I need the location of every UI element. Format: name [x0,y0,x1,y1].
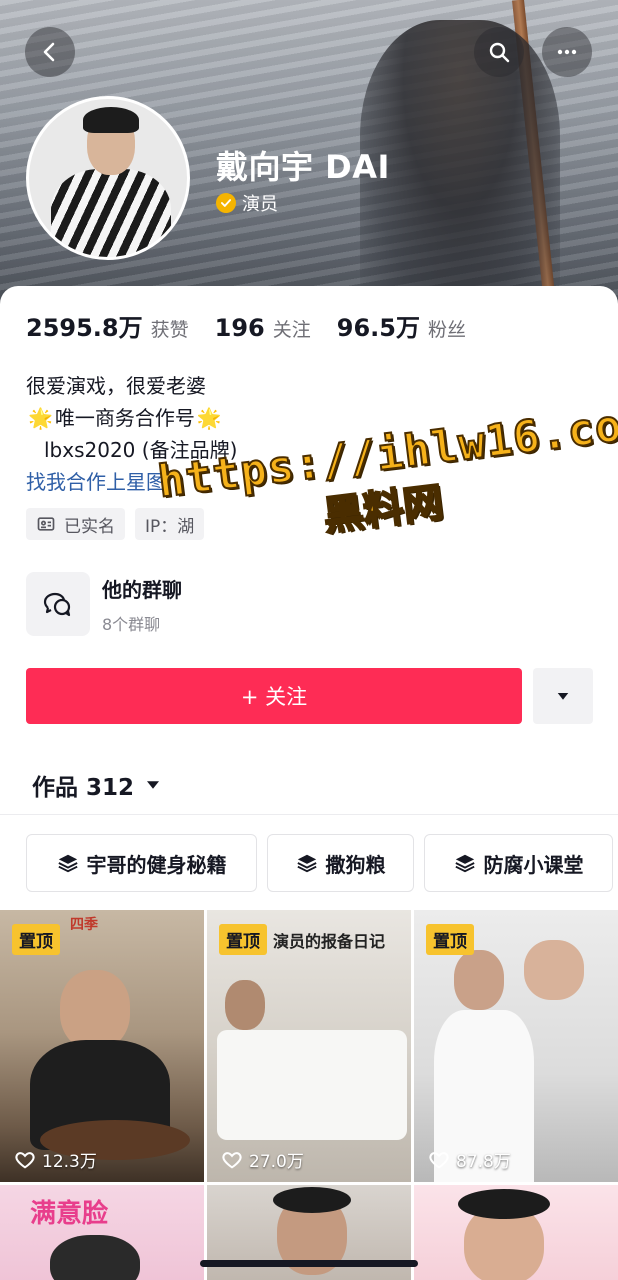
search-icon [489,42,510,63]
video-thumbnail[interactable]: 满意脸 [0,1185,204,1280]
collection-anti-fraud[interactable]: 防腐小课堂 [424,834,613,892]
pinned-badge: 置顶 [426,924,474,955]
follow-button[interactable]: + 关注 [26,668,522,724]
role-label: 演员 [242,194,278,215]
layers-icon [454,854,475,873]
profile-name: 戴向宇 DAI [216,148,390,186]
chevron-left-icon [43,42,55,62]
video-thumbnail[interactable]: 置顶 87.8万 [414,910,618,1182]
group-chat-entry[interactable]: 他的群聊 8个群聊 [26,572,586,636]
like-count: 12.3万 [14,1147,97,1172]
star-icon: 🌟 [196,406,222,430]
layers-icon [57,854,78,873]
stat-following[interactable]: 196 关注 [215,314,311,342]
like-count: 27.0万 [221,1147,304,1172]
id-card-icon [37,517,55,531]
collections-row: 宇哥的健身秘籍 撒狗粮 防腐小课堂 [26,834,613,892]
heart-icon [429,1151,449,1169]
heart-icon [222,1151,242,1169]
stat-followers[interactable]: 96.5万 粉丝 [337,308,466,343]
ellipsis-icon [557,49,577,55]
divider [0,814,618,815]
verified-identity-tag: 已实名 [26,508,125,540]
verified-icon [216,193,236,213]
layers-icon [296,854,317,873]
collection-couple[interactable]: 撒狗粮 [267,834,414,892]
pinned-badge: 置顶 [219,924,267,955]
collection-fitness[interactable]: 宇哥的健身秘籍 [26,834,257,892]
like-count: 87.8万 [428,1147,511,1172]
video-thumbnail[interactable]: 四季 置顶 12.3万 [0,910,204,1182]
profile-role: 演员 [216,190,278,216]
video-thumbnail[interactable] [414,1185,618,1280]
back-button[interactable] [25,27,75,77]
home-indicator [200,1260,418,1267]
pinned-badge: 置顶 [12,924,60,955]
tab-works[interactable]: 作品 312 [32,768,162,802]
heart-icon [15,1151,35,1169]
stats-row: 2595.8万 获赞 196 关注 96.5万 粉丝 [26,308,492,343]
search-button[interactable] [474,27,524,77]
chat-bubbles-icon [26,572,90,636]
bio-line: 很爱演戏，很爱老婆 [26,374,206,398]
star-icon: 🌟 [28,406,53,430]
caret-down-icon [147,781,160,789]
video-thumbnail[interactable]: 演员的报备日记 置顶 27.0万 [207,910,411,1182]
stat-likes[interactable]: 2595.8万 获赞 [26,308,189,343]
more-options-button[interactable] [542,27,592,77]
banner-photo-figure [360,20,560,310]
group-chat-count: 8个群聊 [102,614,161,634]
caret-down-icon [557,693,569,700]
group-chat-title: 他的群聊 [102,577,182,602]
recommend-dropdown-button[interactable] [533,668,593,724]
avatar[interactable] [26,96,190,260]
bio-line: 🌟 唯一商务合作号 🌟 [26,402,237,434]
